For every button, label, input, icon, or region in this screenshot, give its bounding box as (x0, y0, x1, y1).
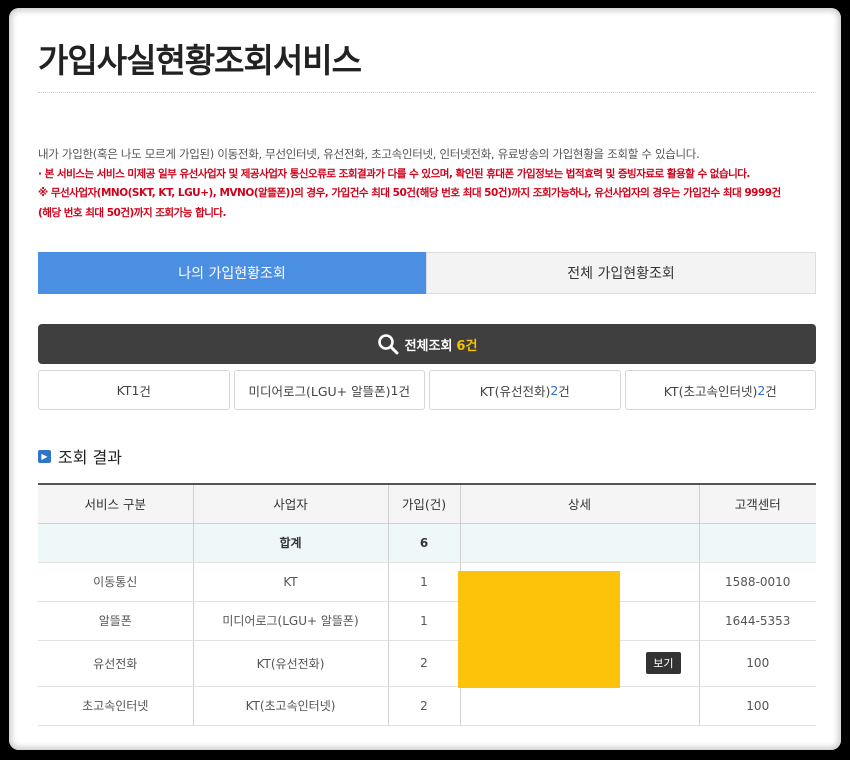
column-header: 서비스 구분 (38, 484, 193, 524)
all-query-label: 전체조회 (404, 338, 453, 354)
chip-label: KT(유선전화) (479, 383, 551, 399)
redaction-overlay (458, 571, 620, 688)
tab-all-subscriptions[interactable]: 전체 가입현황조회 (426, 252, 816, 294)
carrier-cell: KT(유선전화) (192, 640, 388, 687)
carrier-filter-chips: KT 1 건 미디어로그(LGU+ 알뜰폰) 1 건 KT(유선전화) 2 건 KT(초고속… (38, 370, 816, 410)
carrier-cell: KT(초고속인터넷) (192, 686, 388, 726)
all-query-button[interactable]: 전체조회 6건 (38, 324, 816, 364)
service-cell: 이동통신 (38, 562, 193, 602)
table-row: 알뜰폰 미디어로그(LGU+ 알뜰폰) 1 1644-5353 (38, 601, 816, 641)
all-query-count: 6건 (456, 338, 478, 354)
count-cell: 2 (387, 686, 460, 726)
customer-center-cell: 1644-5353 (698, 601, 816, 641)
table-row: 초고속인터넷 KT(초고속인터넷) 2 100 (38, 686, 816, 726)
summary-label: 합계 (192, 523, 388, 563)
notice-line: (해당 번호 최대 50건)까지 조회가능 합니다. (38, 206, 227, 219)
description-line: 내가 가입한(혹은 나도 모르게 가입된) 이동전화, 무선인터넷, 유선전화,… (38, 147, 700, 161)
chip-label: 미디어로그(LGU+ 알뜰폰) (248, 383, 391, 399)
search-icon (377, 334, 399, 355)
notice-line: · 본 서비스는 서비스 미제공 일부 유선사업자 및 제공사업자 통신오류로 … (38, 167, 750, 180)
column-header: 상세 (459, 484, 699, 524)
service-cell: 알뜰폰 (38, 601, 193, 641)
chip-suffix: 건 (139, 383, 151, 399)
tab-my-subscriptions[interactable]: 나의 가입현황조회 (38, 252, 426, 294)
detail-cell (459, 686, 699, 726)
chip-count: 1 (131, 382, 140, 398)
column-header: 가입(건) (387, 484, 460, 524)
arrow-right-icon: ▶ (38, 449, 51, 463)
count-cell: 1 (387, 601, 460, 641)
result-heading: 조회 결과 (58, 448, 122, 467)
service-cell: 유선전화 (38, 640, 193, 687)
query-tabs: 나의 가입현황조회 전체 가입현황조회 (38, 252, 816, 294)
chip-count: 2 (757, 382, 766, 398)
notice-line: ※ 무선사업자(MNO(SKT, KT, LGU+), MVNO(알뜰폰))의 … (38, 187, 781, 199)
column-header: 사업자 (192, 484, 388, 524)
count-cell: 2 (387, 640, 460, 687)
result-table: 서비스 구분 사업자 가입(건) 상세 고객센터 합계 6 이동통신 KT 1 … (38, 483, 816, 726)
customer-center-cell: 100 (698, 686, 816, 726)
carrier-cell: KT (192, 562, 388, 602)
service-cell: 초고속인터넷 (38, 686, 193, 726)
chip-kt-landline[interactable]: KT(유선전화) 2 건 (429, 370, 621, 410)
carrier-cell: 미디어로그(LGU+ 알뜰폰) (192, 601, 388, 641)
customer-center-cell: 100 (698, 640, 816, 687)
table-row: 이동통신 KT 1 1588-0010 (38, 562, 816, 602)
service-description: 내가 가입한(혹은 나도 모르게 가입된) 이동전화, 무선인터넷, 유선전화,… (38, 145, 816, 223)
chip-count: 1 (390, 382, 399, 398)
window-frame: 가입사실현황조회서비스 내가 가입한(혹은 나도 모르게 가입된) 이동전화, … (9, 8, 841, 750)
table-header-row: 서비스 구분 사업자 가입(건) 상세 고객센터 (38, 484, 816, 524)
title-divider (38, 92, 816, 93)
chip-suffix: 건 (558, 383, 570, 399)
summary-count: 6 (387, 523, 460, 563)
result-section-header: ▶ 조회 결과 (38, 444, 122, 468)
summary-row: 합계 6 (38, 523, 816, 563)
chip-kt[interactable]: KT 1 건 (38, 370, 230, 410)
table-row: 유선전화 KT(유선전화) 2 0 보기 100 (38, 640, 816, 687)
chip-label: KT (116, 382, 132, 398)
view-detail-button[interactable]: 보기 (646, 651, 681, 674)
chip-medialog[interactable]: 미디어로그(LGU+ 알뜰폰) 1 건 (233, 370, 425, 410)
page-title: 가입사실현황조회서비스 (38, 41, 362, 80)
column-header: 고객센터 (698, 484, 816, 524)
chip-suffix: 건 (398, 383, 410, 399)
chip-count: 2 (550, 382, 559, 398)
chip-label: KT(초고속인터넷) (663, 383, 758, 399)
chip-kt-internet[interactable]: KT(초고속인터넷) 2 건 (624, 370, 816, 410)
customer-center-cell: 1588-0010 (698, 562, 816, 602)
chip-suffix: 건 (765, 383, 777, 399)
count-cell: 1 (387, 562, 460, 602)
